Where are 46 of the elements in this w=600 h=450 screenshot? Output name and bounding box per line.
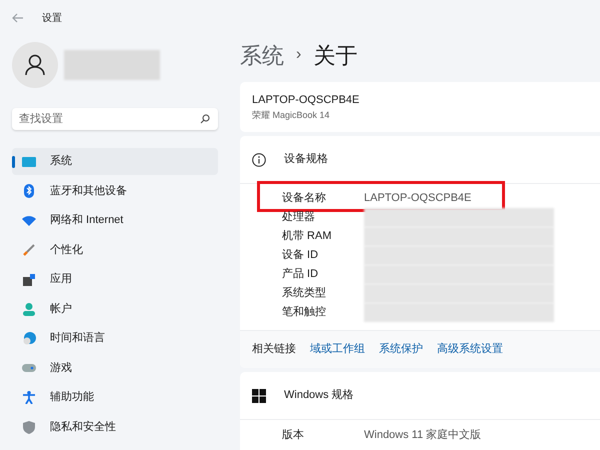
related-links-label: 相关链接 xyxy=(252,342,296,358)
shield-icon xyxy=(22,420,36,434)
sidebar-item[interactable]: 时间和语言 xyxy=(12,325,218,352)
gamepad-icon xyxy=(22,364,36,372)
spec-label: 版本 xyxy=(282,428,305,443)
search-field[interactable]: 查找设置 xyxy=(12,108,218,130)
apps-icon xyxy=(22,274,36,286)
spec-value: Windows 11 家庭中文版 xyxy=(364,428,482,443)
avatar-icon xyxy=(12,42,58,88)
sidebar-item[interactable]: 辅助功能 xyxy=(12,384,218,411)
device-model: 荣耀 MagicBook 14 xyxy=(252,108,331,122)
sidebar-item[interactable]: 网络和 Internet xyxy=(12,207,218,234)
link[interactable]: 域或工作组 xyxy=(310,341,365,358)
windows-logo-icon xyxy=(252,388,266,402)
sidebar-item[interactable]: 帐户 xyxy=(12,296,218,322)
page-title: 关于 xyxy=(313,42,358,70)
spec-label: 设备名称 xyxy=(282,191,327,206)
spec-label: 产品 ID xyxy=(282,266,320,282)
bluetooth-icon xyxy=(22,184,36,198)
breadcrumb-separator: › xyxy=(296,45,302,65)
spec-label: 机带 RAM xyxy=(282,229,332,244)
breadcrumb-link[interactable]: 系统 xyxy=(240,38,284,72)
window-title: 设置 xyxy=(42,12,62,26)
sidebar-item[interactable]: 隐私和安全性 xyxy=(12,414,218,440)
spec-label: 设备 ID xyxy=(282,248,320,264)
info-icon xyxy=(252,152,266,166)
brush-icon xyxy=(22,244,36,256)
sidebar-item[interactable]: 个性化 xyxy=(12,236,218,264)
spec-value: LAPTOP-OQSCPB4E xyxy=(364,191,472,206)
sidebar-item[interactable]: 蓝牙和其他设备 xyxy=(12,178,218,204)
wifi-icon xyxy=(22,216,36,226)
spec-label: 笔和触控 xyxy=(282,305,327,320)
link[interactable]: 系统保护 xyxy=(379,341,423,358)
link[interactable]: 高级系统设置 xyxy=(437,341,503,358)
section-title: Windows 规格 xyxy=(284,388,354,404)
spec-label: 处理器 xyxy=(282,210,316,226)
spec-label: 系统类型 xyxy=(282,286,327,302)
search-icon[interactable] xyxy=(200,114,210,124)
sidebar-item[interactable]: 系统 xyxy=(12,148,218,175)
person-icon xyxy=(22,302,36,316)
sidebar-item[interactable]: 应用 xyxy=(12,266,218,293)
device-name: LAPTOP-OQSCPB4E xyxy=(252,93,360,108)
display-icon xyxy=(22,156,36,166)
sidebar-item[interactable]: 游戏 xyxy=(12,354,218,382)
accessibility-icon xyxy=(22,391,36,404)
section-title: 设备规格 xyxy=(284,152,328,168)
